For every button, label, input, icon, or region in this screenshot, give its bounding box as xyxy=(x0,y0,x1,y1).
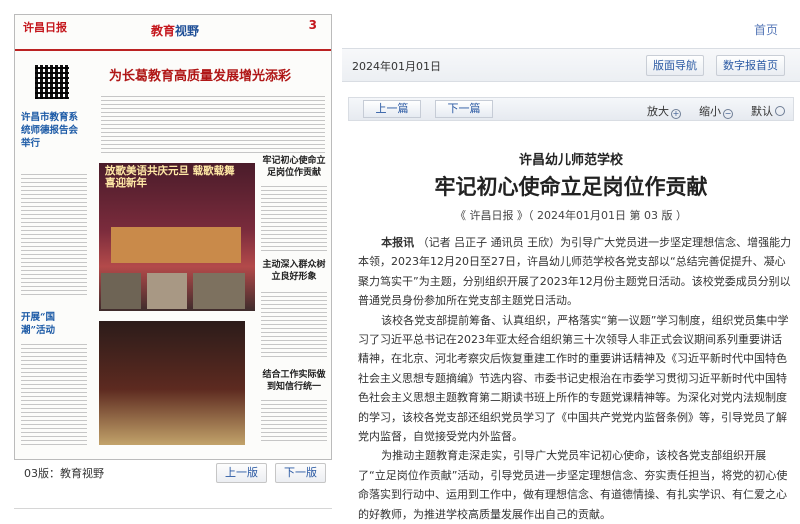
circle-icon xyxy=(775,106,785,116)
article-title: 牢记初心使命立足岗位作贡献 xyxy=(434,174,708,199)
issue-date: 2024年01月01日 xyxy=(352,60,441,73)
default-size-button[interactable]: 默认 xyxy=(751,103,785,119)
article-body: 本报讯 （记者 吕正子 通讯员 王欣）为引导广大党员进一步坚定理想信念、增强能力… xyxy=(358,233,792,524)
lead-label: 本报讯 xyxy=(381,236,415,249)
news-photo-small xyxy=(193,273,245,309)
date-toolbar: 2024年01月01日 版面导航 数字报首页 xyxy=(342,48,800,82)
home-link[interactable]: 首页 xyxy=(754,21,778,38)
text-block xyxy=(261,289,327,357)
page-label: 03版：教育视野 xyxy=(24,467,104,480)
newspaper-page-image[interactable]: 许昌日报 教育视野 3 为长葛教育高质量发展增光添彩 许昌市教育系统师德报告会举… xyxy=(14,14,332,460)
side-headline-1[interactable]: 许昌市教育系统师德报告会举行 xyxy=(21,111,79,150)
next-page-button[interactable]: 下一版 xyxy=(275,463,326,483)
section-title: 教育视野 xyxy=(151,24,200,38)
paragraph: 本报讯 （记者 吕正子 通讯员 王欣）为引导广大党员进一步坚定理想信念、增强能力… xyxy=(358,236,792,308)
article-panel: 首页 2024年01月01日 版面导航 数字报首页 上一篇 下一篇 放大 + 缩小… xyxy=(342,0,800,521)
text-block xyxy=(261,399,327,441)
text-block xyxy=(101,95,325,153)
digital-home-button[interactable]: 数字报首页 xyxy=(716,55,785,76)
col-headline-3[interactable]: 结合工作实际做到知信行统一 xyxy=(261,369,327,393)
zoom-out-button[interactable]: 缩小 − xyxy=(699,103,733,119)
col-headline-2[interactable]: 主动深入群众树立良好形象 xyxy=(261,259,327,283)
side-headline-2[interactable]: 开展“国潮”活动 xyxy=(21,311,79,337)
news-photo-auditorium[interactable] xyxy=(99,321,245,445)
news-photo-small xyxy=(101,273,141,309)
zoom-in-button[interactable]: 放大 + xyxy=(647,103,681,119)
news-photo-small xyxy=(147,273,187,309)
plus-circle-icon: + xyxy=(671,109,681,119)
text-block xyxy=(261,185,327,251)
layout-nav-button[interactable]: 版面导航 xyxy=(646,55,704,76)
prev-page-button[interactable]: 上一版 xyxy=(216,463,267,483)
newspaper-panel: 许昌日报 教育视野 3 为长葛教育高质量发展增光添彩 许昌市教育系统师德报告会举… xyxy=(0,0,336,514)
news-photo-stage xyxy=(111,227,241,263)
minus-circle-icon: − xyxy=(723,109,733,119)
paragraph: 该校各党支部提前筹备、认真组织，严格落实“第一议题”学习制度，组织党员集中学习了… xyxy=(358,313,789,444)
newspaper-logo: 许昌日报 xyxy=(23,21,67,34)
divider xyxy=(14,508,332,509)
lead-headline[interactable]: 为长葛教育高质量发展增光添彩 xyxy=(109,65,291,84)
article-nav-bar: 上一篇 下一篇 放大 + 缩小 − 默认 xyxy=(348,97,794,121)
text-block xyxy=(21,171,87,295)
next-article-button[interactable]: 下一篇 xyxy=(435,100,493,118)
paragraph: 为推动主题教育走深走实，引导广大党员牢记初心使命，该校各党支部组织开展了“立足岗… xyxy=(358,449,788,521)
masthead: 许昌日报 教育视野 3 xyxy=(15,15,331,51)
prev-article-button[interactable]: 上一篇 xyxy=(363,100,421,118)
qr-code xyxy=(35,65,69,99)
text-block xyxy=(21,341,87,445)
photo-headline: 放歌美语共庆元旦 载歌载舞喜迎新年 xyxy=(105,165,235,189)
col-headline-1[interactable]: 牢记初心使命立足岗位作贡献 xyxy=(261,155,327,179)
article-source: 《 许昌日报 》（ 2024年01月01日 第 03 版 ） xyxy=(455,209,687,222)
page-number: 3 xyxy=(308,18,317,32)
article-kicker: 许昌幼儿师范学校 xyxy=(518,153,623,168)
